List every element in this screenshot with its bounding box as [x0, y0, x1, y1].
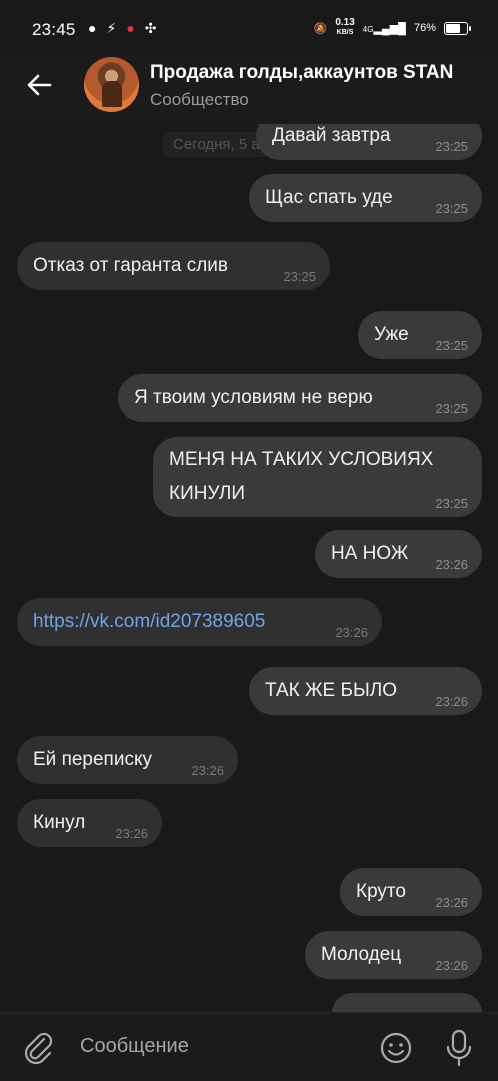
- community-avatar[interactable]: [84, 57, 139, 112]
- message-time: 23:26: [435, 694, 468, 709]
- message-bubble-partial[interactable]: [332, 993, 482, 1012]
- message-list[interactable]: Сегодня, 5 апреля Давай завтра 23:25 Щас…: [0, 124, 498, 1012]
- signal-icon: 4G▂▄▆█: [362, 22, 406, 35]
- status-bar: 23:45 ● ⚡ ● ✣ 🔕 0.13 KB/S 4G▂▄▆█ 76%: [0, 0, 498, 60]
- status-right: 🔕 0.13 KB/S 4G▂▄▆█ 76%: [313, 17, 471, 38]
- message-bubble[interactable]: Ей переписку 23:26: [17, 736, 238, 784]
- message-text: Отказ от гаранта слив: [33, 255, 229, 276]
- message-link[interactable]: https://vk.com/id207389605: [33, 611, 265, 632]
- message-composer: Сообщение: [0, 1012, 498, 1081]
- message-text-line: КИНУЛИ: [169, 483, 246, 504]
- message-bubble[interactable]: Отказ от гаранта слив 23:25: [17, 242, 330, 290]
- message-time: 23:26: [435, 557, 468, 572]
- message-text: ТАК ЖЕ БЫЛО: [265, 680, 398, 701]
- message-time: 23:25: [435, 401, 468, 416]
- paperclip-icon[interactable]: [20, 1029, 56, 1065]
- message-time: 23:26: [435, 895, 468, 910]
- status-time: 23:45: [32, 20, 76, 39]
- message-bubble[interactable]: МЕНЯ НА ТАКИХ УСЛОВИЯХ КИНУЛИ 23:25: [153, 437, 482, 517]
- message-bubble[interactable]: https://vk.com/id207389605 23:26: [17, 598, 382, 646]
- emoji-icon[interactable]: [379, 1031, 413, 1065]
- network-speed: 0.13 KB/S: [335, 17, 355, 37]
- message-bubble[interactable]: Давай завтра 23:25: [256, 124, 482, 160]
- message-bubble[interactable]: Кинул 23:26: [17, 799, 162, 847]
- message-text: Молодец: [321, 944, 402, 965]
- battery-icon: [444, 21, 471, 35]
- message-time: 23:26: [335, 625, 368, 640]
- message-time: 23:25: [435, 201, 468, 216]
- message-time: 23:25: [283, 269, 316, 284]
- message-time: 23:25: [435, 496, 468, 511]
- message-bubble[interactable]: Молодец 23:26: [305, 931, 482, 979]
- message-text: Кинул: [33, 812, 86, 833]
- bolt-icon: ⚡: [106, 20, 117, 36]
- battery-percent: 76%: [413, 22, 436, 34]
- chat-title[interactable]: Продажа голды,аккаунтов STAN: [150, 62, 453, 84]
- message-bubble[interactable]: ТАК ЖЕ БЫЛО 23:26: [249, 667, 482, 715]
- message-bubble[interactable]: НА НОЖ 23:26: [315, 530, 482, 578]
- mute-icon: 🔕: [313, 22, 328, 35]
- message-bubble[interactable]: Уже 23:25: [358, 311, 482, 359]
- message-bubble[interactable]: Круто 23:26: [340, 868, 482, 916]
- microphone-icon[interactable]: [444, 1029, 474, 1067]
- message-text: Круто: [356, 881, 406, 902]
- message-text: Я твоим условиям не верю: [134, 387, 373, 408]
- chat-header: Продажа голды,аккаунтов STAN Сообщество: [0, 52, 498, 124]
- message-text: Давай завтра: [272, 125, 391, 146]
- chat-notification-icon: ●: [88, 20, 97, 36]
- message-bubble[interactable]: Я твоим условиям не верю 23:25: [118, 374, 482, 422]
- message-time: 23:26: [435, 958, 468, 973]
- message-text: Уже: [374, 324, 409, 345]
- notification-icons: ● ⚡ ● ✣: [88, 20, 157, 37]
- puzzle-icon: ✣: [144, 20, 157, 36]
- message-time: 23:25: [435, 139, 468, 154]
- message-input[interactable]: Сообщение: [80, 1035, 189, 1058]
- app-notification-icon: ●: [126, 20, 135, 36]
- message-text: Ей переписку: [33, 749, 152, 770]
- message-text-line: МЕНЯ НА ТАКИХ УСЛОВИЯХ: [169, 449, 434, 470]
- message-bubble[interactable]: Щас спать уде 23:25: [249, 174, 482, 222]
- message-time: 23:25: [435, 338, 468, 353]
- message-text: НА НОЖ: [331, 543, 409, 564]
- chat-subtitle: Сообщество: [150, 90, 249, 109]
- back-arrow-icon[interactable]: [22, 68, 56, 102]
- message-text: Щас спать уде: [265, 187, 393, 208]
- message-time: 23:26: [191, 763, 224, 778]
- message-time: 23:26: [115, 826, 148, 841]
